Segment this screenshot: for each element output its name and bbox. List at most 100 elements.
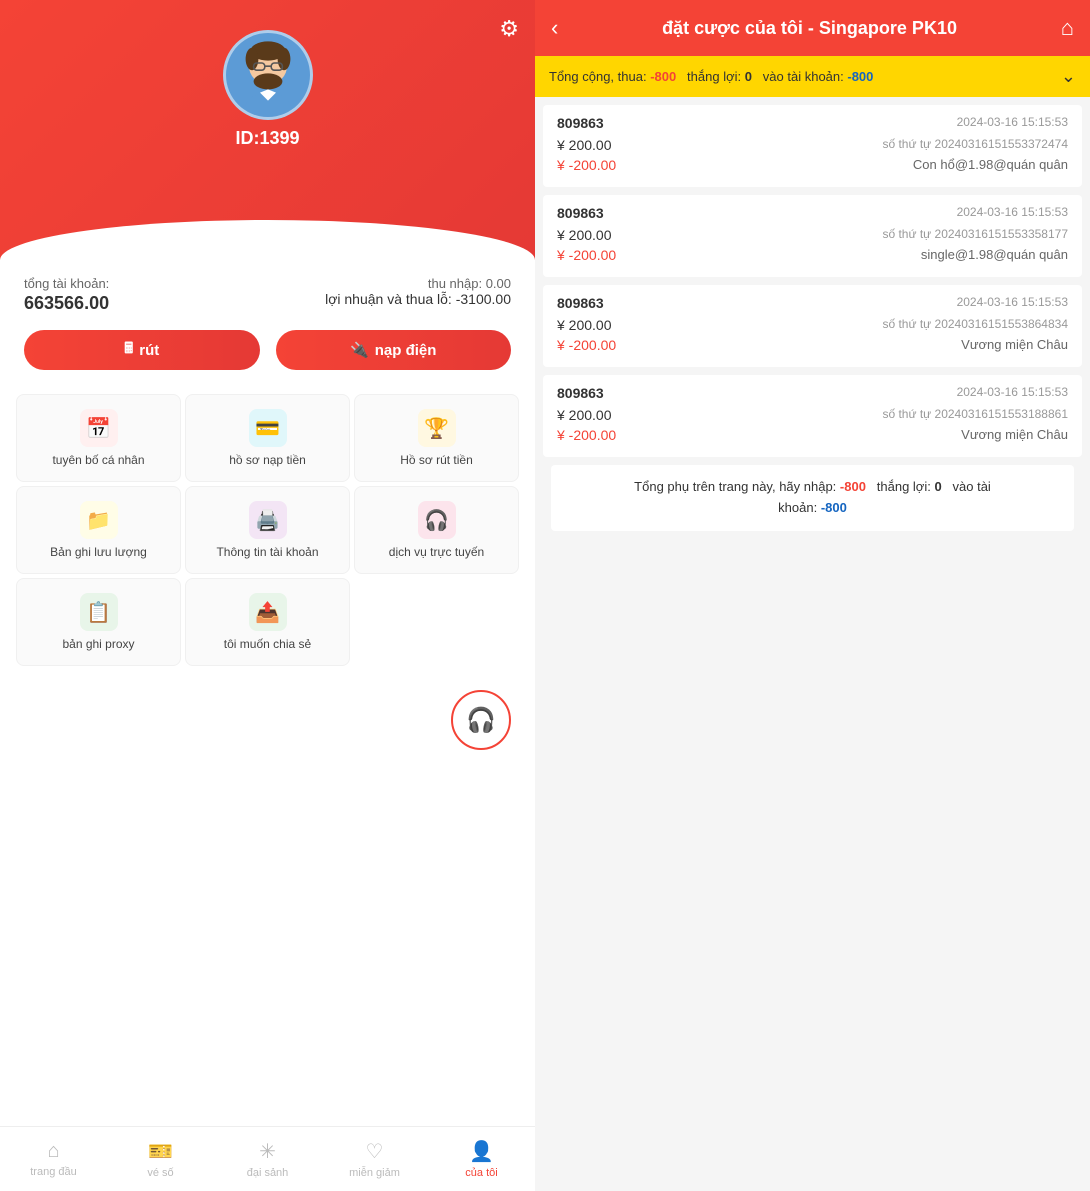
- nav-hall[interactable]: ✳ đại sảnh: [214, 1139, 321, 1179]
- bet-amount-3: ¥ 200.00: [557, 317, 612, 333]
- nav-lottery-label: vé số: [147, 1167, 173, 1179]
- bet-amount-2: ¥ 200.00: [557, 227, 612, 243]
- left-panel: ⚙ ID:1399: [0, 0, 535, 1191]
- bet-card-2: 809863 2024-03-16 15:15:53 ¥ 200.00 số t…: [543, 195, 1082, 277]
- bet-id-4: 809863: [557, 385, 604, 401]
- bet-card-4-header: 809863 2024-03-16 15:15:53: [557, 385, 1068, 401]
- income-label: thu nhập: 0.00: [325, 276, 511, 291]
- bet-time-2: 2024-03-16 15:15:53: [957, 205, 1068, 221]
- bet-card-1: 809863 2024-03-16 15:15:53 ¥ 200.00 số t…: [543, 105, 1082, 187]
- nav-mine-label: của tôi: [465, 1167, 497, 1179]
- summary-text: Tổng cộng, thua: -800 thắng lợi: 0 vào t…: [549, 69, 1055, 84]
- bet-row-4-loss: ¥ -200.00 Vương miện Châu: [557, 427, 1068, 443]
- bet-serial-4: số thứ tự 20240316151553188861: [882, 407, 1068, 423]
- profile-header: ⚙ ID:1399: [0, 0, 535, 260]
- withdraw-history-icon: 🏆: [418, 409, 456, 447]
- bet-row-2-amount: ¥ 200.00 số thứ tự 20240316151553358177: [557, 227, 1068, 243]
- right-header: ‹ đặt cược của tôi - Singapore PK10 ⌂: [535, 0, 1090, 56]
- menu-item-withdraw-history[interactable]: 🏆 Hồ sơ rút tiền: [354, 394, 519, 482]
- nav-discount[interactable]: ♡ miễn giảm: [321, 1139, 428, 1179]
- bet-serial-3: số thứ tự 20240316151553864834: [882, 317, 1068, 333]
- nav-home[interactable]: ⌂ trang đầu: [0, 1140, 107, 1178]
- bet-id-3: 809863: [557, 295, 604, 311]
- nav-home-label: trang đầu: [30, 1166, 76, 1178]
- bet-id-1: 809863: [557, 115, 604, 131]
- account-income: thu nhập: 0.00 lợi nhuận và thua lỗ: -31…: [325, 276, 511, 307]
- bet-row-4-amount: ¥ 200.00 số thứ tự 20240316151553188861: [557, 407, 1068, 423]
- menu-label-proxy-record: bản ghi proxy: [62, 637, 134, 651]
- menu-item-online-service[interactable]: 🎧 dịch vụ trực tuyến: [354, 486, 519, 574]
- bet-card-3: 809863 2024-03-16 15:15:53 ¥ 200.00 số t…: [543, 285, 1082, 367]
- total-label: tổng tài khoản:: [24, 276, 109, 291]
- deposit-icon: 🔌: [350, 341, 369, 359]
- summary-bar: Tổng cộng, thua: -800 thắng lợi: 0 vào t…: [535, 56, 1090, 97]
- menu-label-deposit-history: hồ sơ nạp tiền: [229, 453, 306, 467]
- withdraw-button[interactable]: 🖩 rút: [24, 330, 260, 370]
- support-icon: 🎧: [466, 706, 496, 735]
- bet-row-3-amount: ¥ 200.00 số thứ tự 20240316151553864834: [557, 317, 1068, 333]
- menu-item-deposit-history[interactable]: 💳 hồ sơ nạp tiền: [185, 394, 350, 482]
- nav-lottery[interactable]: 🎫 vé số: [107, 1139, 214, 1179]
- bet-desc-4: Vương miện Châu: [961, 427, 1068, 443]
- home-nav-icon: ⌂: [47, 1140, 59, 1163]
- mine-nav-icon: 👤: [469, 1139, 494, 1164]
- bet-serial-1: số thứ tự 20240316151553372474: [882, 137, 1068, 153]
- bet-loss-2: ¥ -200.00: [557, 247, 616, 263]
- bet-time-1: 2024-03-16 15:15:53: [957, 115, 1068, 131]
- bet-row-1-amount: ¥ 200.00 số thứ tự 20240316151553372474: [557, 137, 1068, 153]
- settings-icon[interactable]: ⚙: [499, 16, 519, 42]
- menu-grid: 📅 tuyên bố cá nhân 💳 hồ sơ nạp tiền 🏆 Hồ…: [0, 386, 535, 674]
- bet-loss-1: ¥ -200.00: [557, 157, 616, 173]
- account-info: tổng tài khoản: 663566.00 thu nhập: 0.00…: [0, 260, 535, 322]
- profit-label: lợi nhuận và thua lỗ: -3100.00: [325, 291, 511, 307]
- menu-item-personal[interactable]: 📅 tuyên bố cá nhân: [16, 394, 181, 482]
- bet-serial-2: số thứ tự 20240316151553358177: [882, 227, 1068, 243]
- deposit-button[interactable]: 🔌 nạp điện: [276, 330, 512, 370]
- bet-id-2: 809863: [557, 205, 604, 221]
- bet-desc-2: single@1.98@quán quân: [921, 247, 1068, 263]
- calendar-icon: 📅: [80, 409, 118, 447]
- bet-card-1-header: 809863 2024-03-16 15:15:53: [557, 115, 1068, 131]
- menu-label-withdraw-history: Hồ sơ rút tiền: [400, 453, 473, 467]
- menu-label-share: tôi muốn chia sẻ: [224, 637, 311, 651]
- right-panel: ‹ đặt cược của tôi - Singapore PK10 ⌂ Tổ…: [535, 0, 1090, 1191]
- bet-row-2-loss: ¥ -200.00 single@1.98@quán quân: [557, 247, 1068, 263]
- support-button[interactable]: 🎧: [451, 690, 511, 750]
- menu-label-personal: tuyên bố cá nhân: [52, 453, 144, 467]
- bet-loss-3: ¥ -200.00: [557, 337, 616, 353]
- bet-card-2-header: 809863 2024-03-16 15:15:53: [557, 205, 1068, 221]
- nav-hall-label: đại sảnh: [247, 1167, 289, 1179]
- bet-loss-4: ¥ -200.00: [557, 427, 616, 443]
- hall-nav-icon: ✳: [259, 1139, 276, 1164]
- withdraw-icon: 🖩: [124, 338, 133, 363]
- discount-nav-icon: ♡: [366, 1139, 384, 1164]
- menu-label-account-info: Thông tin tài khoản: [216, 545, 318, 559]
- menu-label-flow-record: Bản ghi lưu lượng: [50, 545, 147, 559]
- share-icon: 📤: [249, 593, 287, 631]
- menu-item-share[interactable]: 📤 tôi muốn chia sẻ: [185, 578, 350, 666]
- online-service-icon: 🎧: [418, 501, 456, 539]
- header-curve: [0, 220, 535, 260]
- bet-desc-1: Con hổ@1.98@quán quân: [913, 157, 1068, 173]
- bet-desc-3: Vương miện Châu: [961, 337, 1068, 353]
- proxy-record-icon: 📋: [80, 593, 118, 631]
- nav-discount-label: miễn giảm: [349, 1167, 400, 1179]
- bet-time-3: 2024-03-16 15:15:53: [957, 295, 1068, 311]
- flow-record-icon: 📁: [80, 501, 118, 539]
- nav-mine[interactable]: 👤 của tôi: [428, 1139, 535, 1179]
- page-summary: Tổng phụ trên trang này, hãy nhập: -800 …: [551, 465, 1074, 531]
- bet-row-1-loss: ¥ -200.00 Con hổ@1.98@quán quân: [557, 157, 1068, 173]
- action-buttons: 🖩 rút 🔌 nạp điện: [0, 322, 535, 386]
- bet-amount-4: ¥ 200.00: [557, 407, 612, 423]
- bottom-nav: ⌂ trang đầu 🎫 vé số ✳ đại sảnh ♡ miễn gi…: [0, 1126, 535, 1191]
- back-button[interactable]: ‹: [551, 15, 558, 41]
- bet-time-4: 2024-03-16 15:15:53: [957, 385, 1068, 401]
- summary-chevron-icon[interactable]: ⌄: [1061, 66, 1076, 87]
- menu-item-flow-record[interactable]: 📁 Bản ghi lưu lượng: [16, 486, 181, 574]
- avatar: [223, 30, 313, 120]
- menu-item-account-info[interactable]: 🖨️ Thông tin tài khoản: [185, 486, 350, 574]
- bet-row-3-loss: ¥ -200.00 Vương miện Châu: [557, 337, 1068, 353]
- menu-item-proxy-record[interactable]: 📋 bản ghi proxy: [16, 578, 181, 666]
- bet-amount-1: ¥ 200.00: [557, 137, 612, 153]
- home-button[interactable]: ⌂: [1061, 15, 1074, 41]
